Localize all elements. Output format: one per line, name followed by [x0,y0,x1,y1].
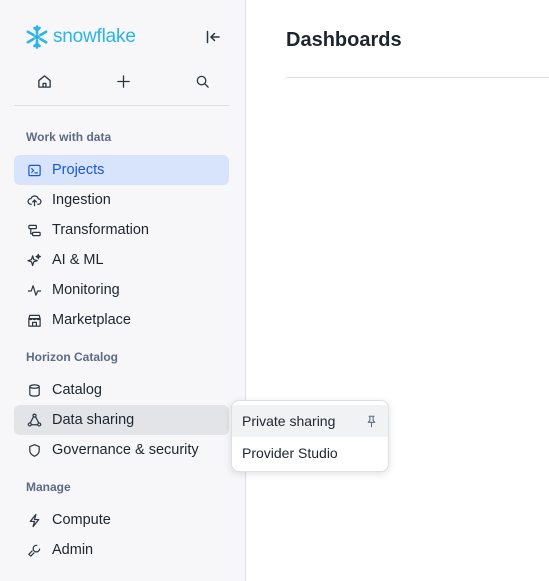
sidebar-item-label: Data sharing [52,412,135,428]
search-button[interactable] [190,69,214,93]
submenu-item-label: Provider Studio [242,445,338,461]
sidebar-item-label: Monitoring [52,282,120,298]
terminal-icon [26,162,42,178]
search-icon [196,75,209,88]
sidebar-item-marketplace[interactable]: Marketplace [14,305,229,335]
sidebar-divider [14,105,229,106]
sidebar-item-label: AI & ML [52,252,104,268]
sidebar-item-data-sharing[interactable]: Data sharing [14,405,229,435]
cloud-upload-icon [26,192,42,208]
submenu-item-private-sharing[interactable]: Private sharing [232,405,388,437]
sidebar: snowflake Work with data Projects Ingest… [0,0,246,581]
sidebar-item-monitoring[interactable]: Monitoring [14,275,229,305]
home-button[interactable] [32,69,56,93]
pin-icon[interactable] [364,414,378,428]
section-horizon-catalog: Horizon Catalog [26,350,118,364]
lightning-icon [26,512,42,528]
share-network-icon [26,412,42,428]
title-divider [286,77,549,78]
transformation-icon [26,222,42,238]
submenu-item-label: Private sharing [242,413,336,429]
sidebar-item-label: Governance & security [52,442,199,458]
sidebar-item-catalog[interactable]: Catalog [14,375,229,405]
activity-icon [26,282,42,298]
data-sharing-submenu: Private sharing Provider Studio [231,400,389,472]
brand-name: snowflake [53,26,136,47]
sidebar-item-label: Projects [52,162,105,178]
sidebar-item-label: Catalog [52,382,102,398]
collapse-sidebar-button[interactable] [202,27,224,47]
home-icon [37,74,51,88]
sidebar-item-label: Transformation [52,222,149,238]
sidebar-item-governance[interactable]: Governance & security [14,435,229,465]
quick-actions [14,64,229,98]
sidebar-item-transformation[interactable]: Transformation [14,215,229,245]
page-title: Dashboards [286,29,402,51]
section-work-with-data: Work with data [26,130,112,144]
storefront-icon [26,312,42,328]
shield-icon [26,442,42,458]
sidebar-item-compute[interactable]: Compute [14,505,229,535]
plus-icon [116,74,130,88]
admin-icon [26,542,42,558]
sidebar-item-label: Marketplace [52,312,131,328]
sidebar-item-ingestion[interactable]: Ingestion [14,185,229,215]
snowflake-icon [26,25,48,49]
section-manage: Manage [26,480,71,494]
collapse-left-icon [206,30,220,44]
sidebar-item-label: Admin [52,542,94,558]
sidebar-item-projects[interactable]: Projects [14,155,229,185]
sidebar-item-label: Ingestion [52,192,111,208]
app-window: snowflake Work with data Projects Ingest… [0,0,549,581]
sidebar-item-ai-ml[interactable]: AI & ML [14,245,229,275]
sparkle-icon [26,252,42,268]
sidebar-item-label: Compute [52,512,111,528]
database-icon [26,382,42,398]
submenu-item-provider-studio[interactable]: Provider Studio [232,437,388,469]
sidebar-item-admin[interactable]: Admin [14,535,229,565]
create-button[interactable] [111,69,135,93]
snowflake-logo[interactable]: snowflake [24,24,136,50]
